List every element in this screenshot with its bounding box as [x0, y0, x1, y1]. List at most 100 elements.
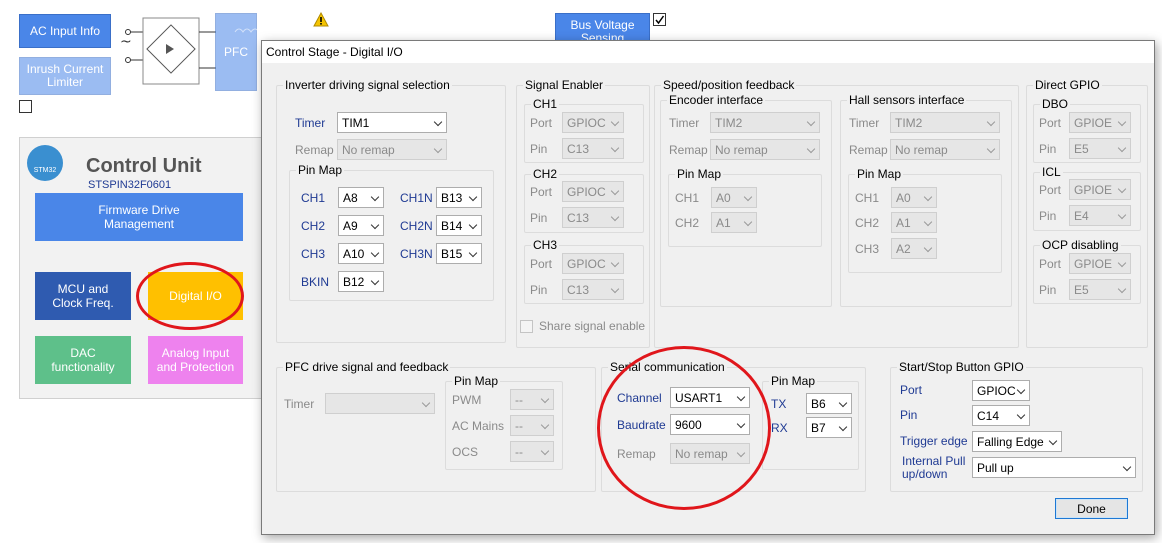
ocp-port-select[interactable]: GPIOE [1069, 253, 1131, 274]
se-ch1-port-select[interactable]: GPIOC [562, 112, 624, 133]
encoder-remap-select[interactable]: No remap [710, 139, 820, 160]
pin-ch3n-select[interactable]: B15 [436, 243, 482, 264]
startstop-port-select[interactable]: GPIOC [972, 380, 1030, 401]
ocp-pin-select[interactable]: E5 [1069, 279, 1131, 300]
ocp-legend: OCP disabling [1042, 238, 1119, 252]
startstop-trigger-label: Trigger edge [900, 434, 968, 448]
icl-port-label: Port [1039, 183, 1062, 197]
bus-voltage-checkbox[interactable] [653, 13, 666, 26]
startstop-port-label: Port [900, 383, 923, 397]
share-signal-label: Share signal enable [539, 319, 646, 333]
startstop-legend: Start/Stop Button GPIO [899, 360, 1024, 374]
inverter-pinmap-legend: Pin Map [298, 163, 343, 177]
pfc-timer-label: Timer [284, 397, 315, 411]
ac-input-block[interactable]: AC Input Info [19, 14, 111, 48]
encoder-ch1-label: CH1 [675, 191, 700, 205]
pin-ch2-select[interactable]: A9 [338, 215, 384, 236]
pfc-acmains-label: AC Mains [452, 419, 505, 433]
startstop-pull-label: Internal Pull up/down [902, 454, 966, 481]
pin-ch2n-select[interactable]: B14 [436, 215, 482, 236]
hall-ch1-label: CH1 [855, 191, 880, 205]
bus-voltage-block[interactable]: Bus Voltage Sensing [555, 13, 650, 45]
ocp-pin-label: Pin [1039, 283, 1057, 297]
se-ch1-pin-select[interactable]: C13 [562, 138, 624, 159]
hall-ch2-label: CH2 [855, 216, 880, 230]
dbo-port-select[interactable]: GPIOE [1069, 112, 1131, 133]
encoder-remap-label: Remap [669, 143, 708, 157]
se-ch2-port-select[interactable]: GPIOC [562, 181, 624, 202]
pin-ch3-label: CH3 [301, 247, 326, 261]
encoder-legend: Encoder interface [669, 93, 764, 107]
icl-pin-select[interactable]: E4 [1069, 205, 1131, 226]
icl-legend: ICL [1042, 165, 1061, 179]
se-ch2-pin-select[interactable]: C13 [562, 207, 624, 228]
se-ch3-port-select[interactable]: GPIOC [562, 253, 624, 274]
share-signal-checkbox[interactable] [520, 320, 533, 333]
pin-ch2-label: CH2 [301, 219, 326, 233]
hall-ch1-select[interactable]: A0 [891, 187, 937, 208]
pfc-pwm-select[interactable]: -- [510, 389, 554, 410]
startstop-pull-select[interactable]: Pull up [972, 457, 1136, 478]
pin-bkin-select[interactable]: B12 [338, 271, 384, 292]
dac-block[interactable]: DAC functionality [35, 336, 131, 384]
pin-bkin-label: BKIN [301, 275, 330, 289]
firmware-block[interactable]: Firmware Drive Management [35, 193, 243, 241]
inverter-remap-select[interactable]: No remap [337, 139, 447, 160]
pin-ch1n-select[interactable]: B13 [436, 187, 482, 208]
se-ch3-pin-label: Pin [530, 283, 548, 297]
icl-port-select[interactable]: GPIOE [1069, 179, 1131, 200]
encoder-ch1-select[interactable]: A0 [711, 187, 757, 208]
mcu-block[interactable]: MCU and Clock Freq. [35, 272, 131, 320]
serial-pinmap-legend: Pin Map [771, 374, 816, 388]
dialog-title: Control Stage - Digital I/O [266, 45, 403, 59]
startstop-trigger-select[interactable]: Falling Edge [972, 431, 1062, 452]
encoder-ch2-label: CH2 [675, 216, 700, 230]
inverter-timer-select[interactable]: TIM1 [337, 112, 447, 133]
hall-ch2-select[interactable]: A1 [891, 212, 937, 233]
hall-legend: Hall sensors interface [849, 93, 965, 107]
dbo-port-label: Port [1039, 116, 1062, 130]
dialog-titlebar: Control Stage - Digital I/O [262, 41, 1154, 63]
se-ch2-pin-label: Pin [530, 211, 548, 225]
pfc-timer-select[interactable] [325, 393, 435, 414]
se-ch2-port-label: Port [530, 185, 553, 199]
pin-ch1-label: CH1 [301, 191, 326, 205]
hall-ch3-select[interactable]: A2 [891, 238, 937, 259]
serial-rx-label: RX [771, 421, 788, 435]
se-ch1-port-label: Port [530, 116, 553, 130]
dbo-pin-select[interactable]: E5 [1069, 138, 1131, 159]
se-ch3-port-label: Port [530, 257, 553, 271]
serial-rx-select[interactable]: B7 [806, 417, 852, 438]
inrush-limiter-block[interactable]: Inrush Current Limiter [19, 57, 111, 95]
se-ch3-pin-select[interactable]: C13 [562, 279, 624, 300]
serial-tx-label: TX [771, 397, 787, 411]
pin-ch3n-label: CH3N [400, 247, 433, 261]
pin-ch1-select[interactable]: A8 [338, 187, 384, 208]
pin-ch2n-label: CH2N [400, 219, 433, 233]
done-button[interactable]: Done [1055, 498, 1128, 519]
hall-remap-label: Remap [849, 143, 888, 157]
encoder-ch2-select[interactable]: A1 [711, 212, 757, 233]
hall-timer-select[interactable]: TIM2 [890, 112, 1000, 133]
hall-remap-select[interactable]: No remap [890, 139, 1000, 160]
hall-ch3-label: CH3 [855, 242, 880, 256]
pfc-pwm-label: PWM [452, 393, 482, 407]
pfc-acmains-select[interactable]: -- [510, 415, 554, 436]
se-ch2-legend: CH2 [533, 167, 558, 181]
pfc-ocs-select[interactable]: -- [510, 441, 554, 462]
inverter-legend: Inverter driving signal selection [285, 78, 450, 92]
encoder-timer-label: Timer [669, 116, 700, 130]
analog-block[interactable]: Analog Input and Protection [148, 336, 243, 384]
encoder-timer-select[interactable]: TIM2 [710, 112, 820, 133]
pfc-pinmap-legend: Pin Map [454, 374, 499, 388]
warning-icon [313, 12, 329, 27]
inrush-checkbox[interactable] [19, 100, 32, 113]
startstop-pin-label: Pin [900, 408, 918, 422]
startstop-pin-select[interactable]: C14 [972, 405, 1030, 426]
pin-ch3-select[interactable]: A10 [338, 243, 384, 264]
stm32-logo: STM32 [27, 145, 63, 181]
pfc-legend: PFC drive signal and feedback [285, 360, 449, 374]
se-ch1-legend: CH1 [533, 97, 558, 111]
ocp-port-label: Port [1039, 257, 1062, 271]
serial-tx-select[interactable]: B6 [806, 393, 852, 414]
